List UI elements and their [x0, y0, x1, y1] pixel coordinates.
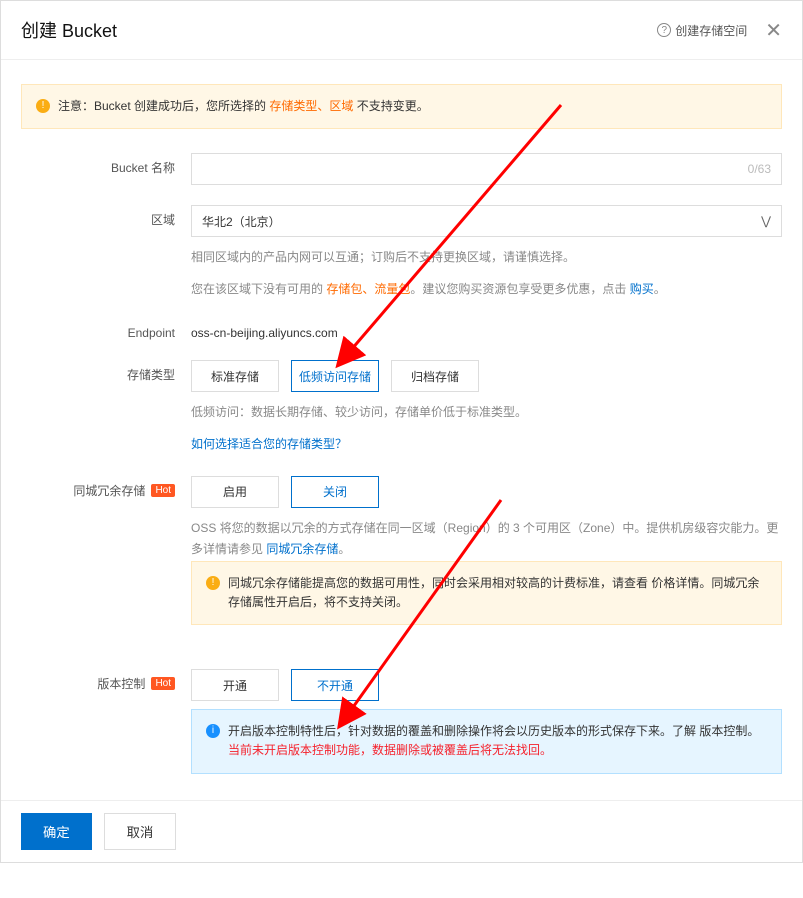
redundancy-disable-option[interactable]: 关闭 — [291, 476, 379, 508]
versioning-label: 版本控制 — [97, 675, 145, 692]
bucket-name-label: Bucket 名称 — [111, 159, 175, 176]
ok-button[interactable]: 确定 — [21, 813, 92, 850]
alert-text-prefix: 注意：Bucket 创建成功后，您所选择的 — [58, 99, 269, 113]
warning-icon: ! — [206, 576, 220, 590]
versioning-alert-red: 当前未开启版本控制功能，数据删除或被覆盖后将无法找回。 — [228, 743, 552, 757]
storage-archive-option[interactable]: 归档存储 — [391, 360, 479, 392]
endpoint-value: oss-cn-beijing.aliyuncs.com — [191, 320, 782, 340]
storage-type-help: 低频访问：数据长期存储、较少访问，存储单价低于标准类型。 — [191, 402, 782, 424]
redundancy-alert-pre: 同城冗余存储能提高您的数据可用性，同时会采用相对较高的计费标准，请查看 — [228, 576, 651, 590]
bucket-name-input-wrap: 0/63 — [191, 153, 782, 185]
region-select[interactable]: 华北2（北京） ⋁ — [191, 205, 782, 237]
region-label: 区域 — [151, 211, 175, 228]
alert-text-suffix: 不支持变更。 — [357, 99, 429, 113]
help-link-label: 创建存储空间 — [675, 22, 747, 39]
endpoint-label: Endpoint — [128, 326, 175, 340]
hot-badge: Hot — [151, 484, 175, 497]
storage-type-label: 存储类型 — [127, 366, 175, 383]
storage-type-link[interactable]: 如何选择适合您的存储类型？ — [191, 437, 347, 451]
region-help-1: 相同区域内的产品内网可以互通；订购后不支持更换区域，请谨慎选择。 — [191, 247, 782, 269]
price-details-link[interactable]: 价格详情 — [651, 576, 699, 590]
versioning-alert-pre: 开启版本控制特性后，针对数据的覆盖和删除操作将会以历史版本的形式保存下来。了解 — [228, 724, 699, 738]
close-icon[interactable]: ✕ — [765, 18, 782, 43]
bucket-name-input[interactable] — [202, 162, 771, 176]
redundancy-label: 同城冗余存储 — [73, 482, 145, 499]
storage-standard-option[interactable]: 标准存储 — [191, 360, 279, 392]
chevron-down-icon: ⋁ — [761, 214, 771, 228]
form-scroll-area[interactable]: ! 注意：Bucket 创建成功后，您所选择的 存储类型、区域 不支持变更。 B… — [1, 60, 802, 800]
info-icon: i — [206, 724, 220, 738]
versioning-enable-option[interactable]: 开通 — [191, 669, 279, 701]
versioning-disable-option[interactable]: 不开通 — [291, 669, 379, 701]
alert-highlight: 存储类型、区域 — [269, 99, 356, 113]
buy-link[interactable]: 购买 — [630, 282, 654, 296]
redundancy-enable-option[interactable]: 启用 — [191, 476, 279, 508]
warning-icon: ! — [36, 99, 50, 113]
cancel-button[interactable]: 取消 — [104, 813, 177, 850]
versioning-alert-sep: 。 — [747, 724, 759, 738]
hot-badge: Hot — [151, 677, 175, 690]
region-help2-hl: 存储包、流量包 — [326, 282, 410, 296]
region-help2-pre: 您在该区域下没有可用的 — [191, 282, 326, 296]
region-value: 华北2（北京） — [202, 213, 281, 230]
storage-infrequent-option[interactable]: 低频访问存储 — [291, 360, 379, 392]
help-link[interactable]: ? 创建存储空间 — [657, 22, 747, 39]
panel-title: 创建 Bucket — [21, 17, 117, 43]
redundancy-help-link[interactable]: 同城冗余存储 — [266, 542, 338, 556]
top-warning-alert: ! 注意：Bucket 创建成功后，您所选择的 存储类型、区域 不支持变更。 — [21, 84, 782, 129]
question-icon: ? — [657, 23, 671, 37]
char-count: 0/63 — [748, 162, 771, 176]
versioning-link[interactable]: 版本控制 — [699, 724, 747, 738]
region-help2-post: 。建议您购买资源包享受更多优惠，点击 — [410, 282, 629, 296]
